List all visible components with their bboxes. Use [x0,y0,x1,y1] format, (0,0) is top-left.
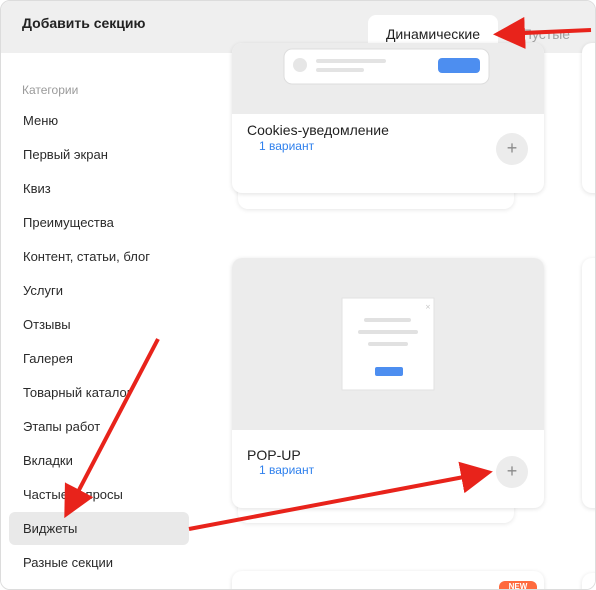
popup-preview: × [232,258,544,430]
add-popup-button[interactable]: + [496,456,528,488]
plus-icon: + [506,138,518,158]
card-partial-right-1 [582,43,595,193]
svg-text:×: × [425,303,431,311]
card-title-cookies: Cookies-уведомление [247,122,389,138]
sidebar-item-menu[interactable]: Меню [9,104,189,137]
card-cookies[interactable]: Cookies-уведомление 1 вариант + [232,43,544,193]
sidebar-item-first-screen[interactable]: Первый экран [9,138,189,171]
sidebar-item-misc-sections[interactable]: Разные секции [9,546,189,579]
cookies-preview-graphic [283,48,490,85]
sidebar-item-widgets[interactable]: Виджеты [9,512,189,545]
card-variants-cookies[interactable]: 1 вариант [259,139,314,153]
sidebar-item-services[interactable]: Услуги [9,274,189,307]
cookies-preview [232,43,544,114]
new-badge: NEW [499,581,537,589]
sections-grid: Cookies-уведомление 1 вариант + × POP-UP… [206,43,595,589]
add-cookies-button[interactable]: + [496,133,528,165]
add-section-dialog: Добавить секцию Динамические Пустые Кате… [0,0,596,590]
sidebar-item-gallery[interactable]: Галерея [9,342,189,375]
dialog-title: Добавить секцию [22,15,146,31]
card-variants-popup[interactable]: 1 вариант [259,463,314,477]
sidebar-item-tabs[interactable]: Вкладки [9,444,189,477]
sidebar-item-faq[interactable]: Частые вопросы [9,478,189,511]
card-partial-bottom [232,571,544,589]
sidebar-item-advantages[interactable]: Преимущества [9,206,189,239]
card-title-popup: POP-UP [247,447,301,463]
sidebar-item-work-stages[interactable]: Этапы работ [9,410,189,443]
card-popup[interactable]: × POP-UP 1 вариант + [232,258,544,508]
card-partial-right-2 [582,258,595,508]
plus-icon: + [506,461,518,481]
categories-heading: Категории [22,83,79,97]
sidebar-item-catalog[interactable]: Товарный каталог [9,376,189,409]
sidebar-item-quiz[interactable]: Квиз [9,172,189,205]
categories-sidebar: Категории Меню Первый экран Квиз Преимущ… [1,53,206,589]
sidebar-item-reviews[interactable]: Отзывы [9,308,189,341]
sidebar-item-content-blog[interactable]: Контент, статьи, блог [9,240,189,273]
card-partial-right-3 [582,573,595,589]
popup-preview-graphic: × [341,297,435,391]
